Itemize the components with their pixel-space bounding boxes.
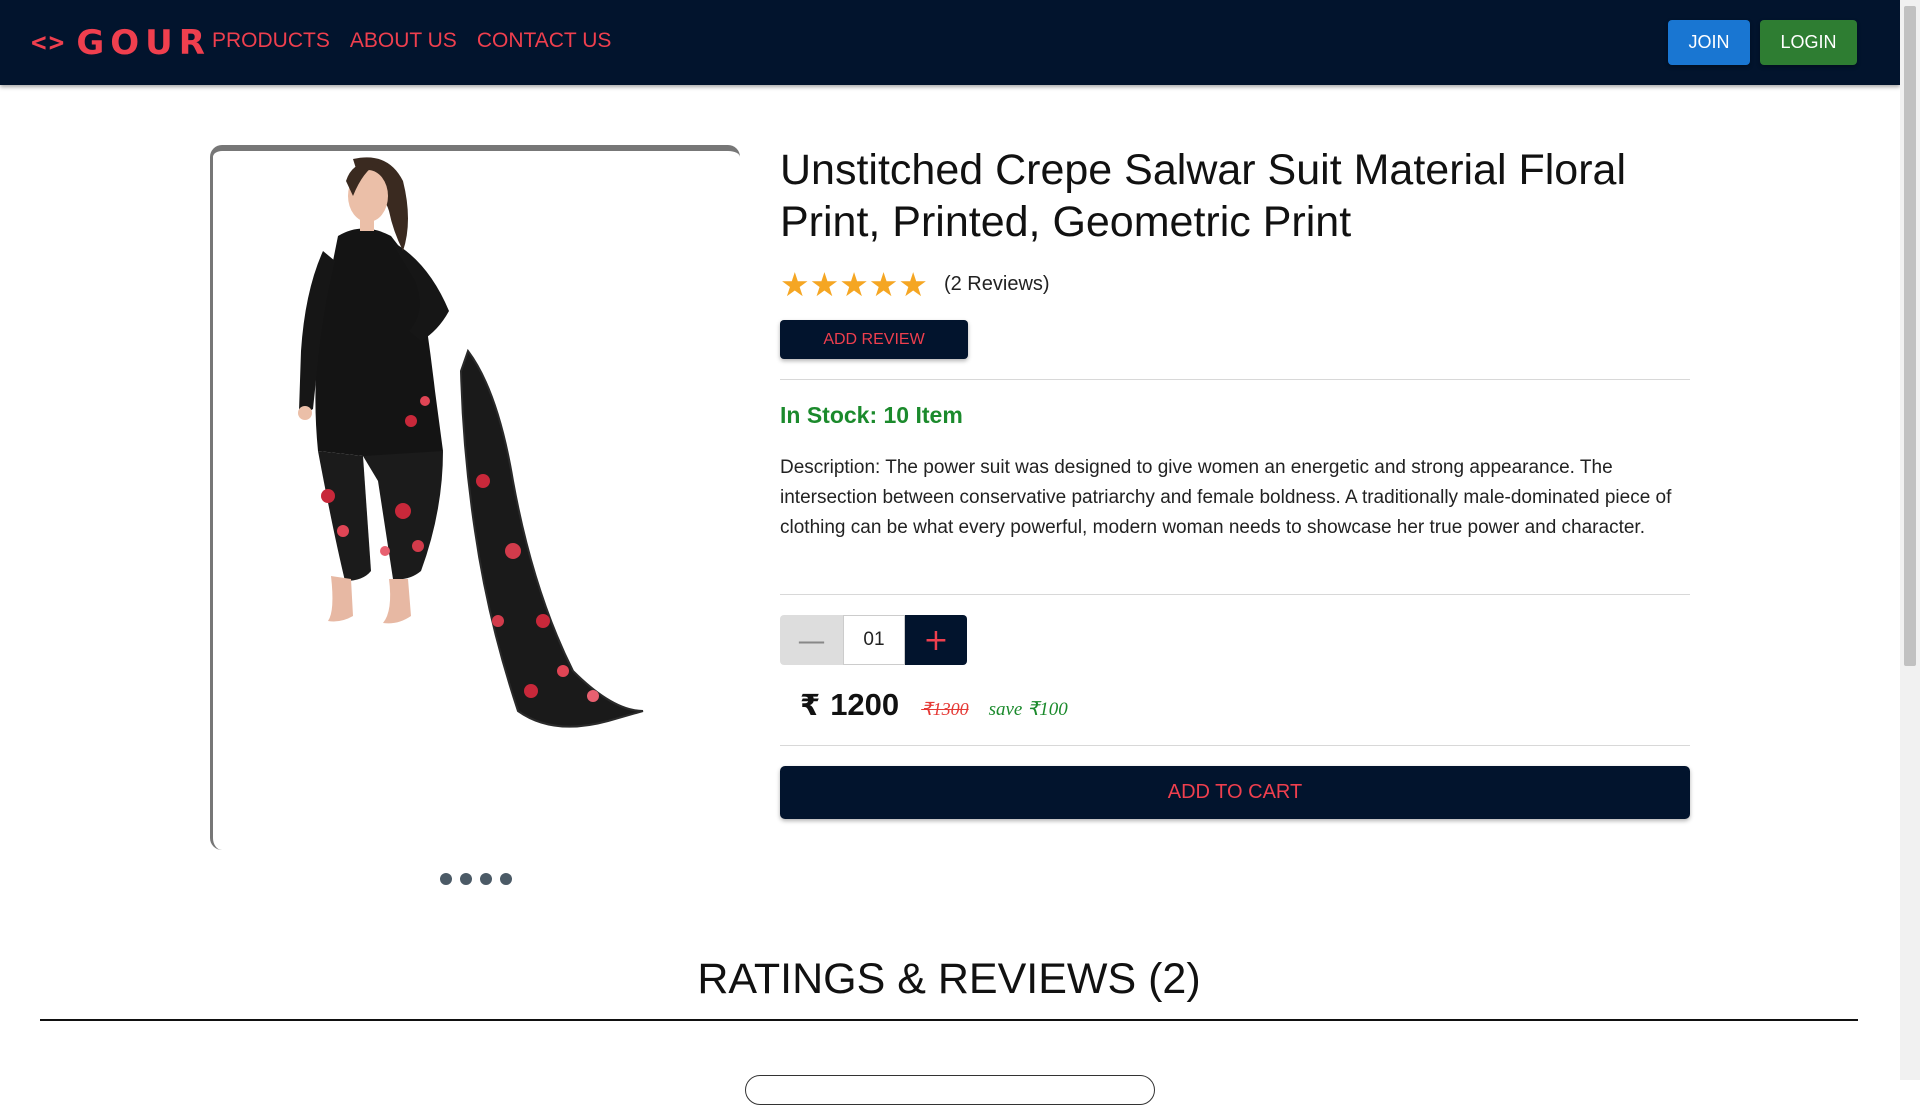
rating-row: ★ ★ ★ ★ ★ (2 Reviews) <box>780 268 1050 301</box>
quantity-stepper: — + <box>780 615 967 665</box>
product-image-carousel[interactable] <box>210 145 740 850</box>
star-rating: ★ ★ ★ ★ ★ <box>780 268 928 301</box>
nav-link-contact-us[interactable]: CONTACT US <box>477 29 612 53</box>
current-price: 1200 <box>830 687 900 722</box>
carousel-dot[interactable] <box>460 873 472 885</box>
product-image <box>298 157 644 728</box>
product-title: Unstitched Crepe Salwar Suit Material Fl… <box>780 146 1626 246</box>
star-icon: ★ <box>780 266 810 303</box>
carousel-dot[interactable] <box>480 873 492 885</box>
star-icon: ★ <box>868 266 899 303</box>
price-row: ₹ 1200 ₹1300 save ₹100 <box>800 687 1068 723</box>
savings-text: save ₹100 <box>988 699 1068 720</box>
product-description: Description: The power suit was designed… <box>780 457 1672 538</box>
divider <box>780 745 1690 746</box>
quantity-decrease-button[interactable]: — <box>780 615 843 665</box>
original-price: ₹1300 <box>921 699 969 719</box>
nav-link-products[interactable]: PRODUCTS <box>212 29 330 53</box>
stock-status: In Stock: 10 Item <box>780 402 963 428</box>
divider <box>780 379 1690 380</box>
quantity-increase-button[interactable]: + <box>905 615 967 665</box>
scrollbar-thumb[interactable] <box>1904 6 1916 666</box>
login-button[interactable]: LOGIN <box>1760 20 1857 65</box>
star-icon: ★ <box>839 266 869 303</box>
carousel-indicators <box>440 873 520 885</box>
add-to-cart-button[interactable]: ADD TO CART <box>780 766 1690 819</box>
reviews-divider <box>40 1019 1858 1021</box>
reviews-count: (2 Reviews) <box>943 273 1050 295</box>
quantity-input[interactable] <box>843 615 905 665</box>
navbar: <> GOUR PRODUCTS ABOUT US CONTACT US JOI… <box>0 0 1900 85</box>
star-icon: ★ <box>898 266 928 303</box>
add-review-button[interactable]: ADD REVIEW <box>780 320 968 359</box>
join-button[interactable]: JOIN <box>1668 20 1750 65</box>
brand-logo[interactable]: <> GOUR <box>31 22 211 64</box>
nav-link-about-us[interactable]: ABOUT US <box>350 29 457 53</box>
code-brackets-icon: <> <box>31 28 67 58</box>
page-scrollbar[interactable] <box>1900 0 1920 1080</box>
brand-name: GOUR <box>76 23 211 63</box>
nav-links: PRODUCTS ABOUT US CONTACT US <box>212 29 631 53</box>
star-icon: ★ <box>809 266 840 303</box>
rupee-icon: ₹ <box>800 690 821 722</box>
carousel-dot[interactable] <box>440 873 452 885</box>
divider <box>780 594 1690 595</box>
reviews-heading: RATINGS & REVIEWS (2) <box>697 955 1201 1003</box>
product-details: Unstitched Crepe Salwar Suit Material Fl… <box>780 140 1690 819</box>
carousel-dot[interactable] <box>500 873 512 885</box>
